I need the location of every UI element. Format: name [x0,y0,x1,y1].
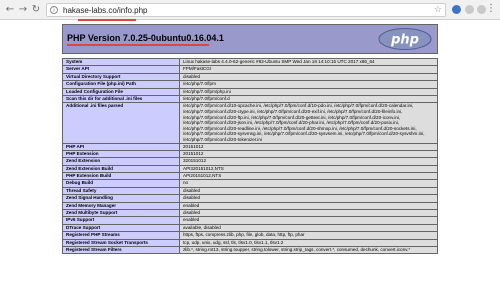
row-value: zlib.*, string.rot13, string.toupper, st… [179,245,438,255]
row-value: /etc/php/7.0/fpm [179,80,438,89]
row-label: System [62,57,180,67]
row-value: disabled [179,208,438,218]
row-value: /etc/php/7.0/fpm/conf.d [179,94,438,104]
php-info-table: System Linux hakase-labs 4.4.0-62-generic… [62,57,438,255]
table-row: Loaded Configuration File/etc/php/7.0/fp… [62,87,438,96]
row-label: Server API [62,65,180,74]
row-label: Zend Memory Manager [62,201,180,211]
row-value: /etc/php/7.0/fpm/conf.d/10-opcache.ini, … [179,102,438,144]
extension-icon[interactable] [465,5,474,14]
table-row: PHP Extension Build API20151012,NTS [62,172,438,181]
page-title: PHP Version 7.0.25-0ubuntu0.16.04.1 [67,33,224,43]
row-label: Loaded Configuration File [62,87,180,96]
reload-icon[interactable]: ↻ [30,4,42,16]
row-value: FPM/FastCGI [179,65,438,74]
menu-icon[interactable]: ⋮ [486,3,496,15]
row-label: Zend Signal Handling [62,194,180,203]
info-icon[interactable]: i [50,6,58,14]
row-value: 20151012 [179,149,438,159]
star-icon[interactable]: ☆ [434,5,442,15]
row-label: Registered Stream Socket Transports [62,238,180,247]
row-value: Linux hakase-labs 4.4.0-62-generic #83-U… [179,57,438,67]
row-label: PHP API [62,142,180,151]
browser-toolbar: ← → ↻ i hakase-labs.co/info.php ☆ ⋮ [0,0,500,21]
phpinfo-page: PHP Version 7.0.25-0ubuntu0.16.04.1 php … [62,24,438,255]
extension-icon[interactable] [477,5,486,14]
extension-icon[interactable] [452,5,461,14]
row-label: Zend Extension Build [62,164,180,174]
row-value: enabled [179,216,438,225]
table-row: PHP Extension 20151012 [62,149,438,159]
table-row: Thread Safety disabled [62,186,438,196]
back-arrow-icon[interactable]: ← [4,4,16,16]
table-row: PHP API 20151012 [62,142,438,151]
table-row: Debug Build no [62,179,438,188]
row-label: PHP Extension [62,149,180,159]
row-label: Configuration File (php.ini) Path [62,80,180,89]
table-row: Zend Memory Manager enabled [62,201,438,211]
table-row: Registered Stream Filters zlib.*, string.… [62,245,438,255]
row-value: API320151012,NTS [179,164,438,174]
row-label: Virtual Directory Support [62,72,180,82]
row-value: tcp, udp, unix, udg, ssl, tls, tlsv1.0, … [179,238,438,247]
php-logo: php [378,28,432,50]
forward-arrow-icon[interactable]: → [17,4,29,16]
row-value: no [179,179,438,188]
row-label: Zend Extension [62,157,180,166]
php-version-header: PHP Version 7.0.25-0ubuntu0.16.04.1 php [62,24,438,54]
table-row: Zend Signal Handling disabled [62,194,438,203]
row-value: 320151012 [179,157,438,166]
address-bar[interactable]: i hakase-labs.co/info.php ☆ [46,3,446,21]
row-value: available, disabled [179,223,438,233]
table-row: IPv6 Support enabled [62,216,438,225]
row-value: 20151012 [179,142,438,151]
table-row: System Linux hakase-labs 4.4.0-62-generic… [62,57,438,67]
row-value: disabled [179,186,438,196]
table-row: Registered Stream Socket Transports tcp, … [62,238,438,247]
table-row: Virtual Directory Support disabled [62,72,438,82]
table-row: Zend Extension Build API320151012,NTS [62,164,438,174]
row-value: API20151012,NTS [179,172,438,181]
table-row: Additional .ini files parsed/etc/php/7.0… [62,102,438,144]
table-row: Registered PHP Streams https, ftps, compr… [62,231,438,240]
row-label: Debug Build [62,179,180,188]
table-row: DTrace Support available, disabled [62,223,438,233]
row-value: disabled [179,72,438,82]
table-row: Configuration File (php.ini) Path/etc/ph… [62,80,438,89]
php-logo-text: php [390,33,419,48]
row-label: Registered Stream Filters [62,245,180,255]
table-row: Scan this dir for additional .ini files /… [62,94,438,104]
table-row: Zend Extension 320151012 [62,157,438,166]
row-value: disabled [179,194,438,203]
table-row: Zend Multibyte Support disabled [62,208,438,218]
row-value: /etc/php/7.0/fpm/php.ini [179,87,438,96]
row-label: Registered PHP Streams [62,231,180,240]
row-label: DTrace Support [62,223,180,233]
row-label: Zend Multibyte Support [62,208,180,218]
row-value: enabled [179,201,438,211]
url-highlight-underline [78,19,136,21]
row-label: PHP Extension Build [62,172,180,181]
url-text[interactable]: hakase-labs.co/info.php [63,5,148,16]
row-label: Scan this dir for additional .ini files [62,94,180,104]
table-row: Server API FPM/FastCGI [62,65,438,74]
title-highlight-underline [67,44,209,46]
row-label: IPv6 Support [62,216,180,225]
row-label: Additional .ini files parsed [62,102,180,144]
row-value: https, ftps, compress.zlib, php, file, g… [179,231,438,240]
row-label: Thread Safety [62,186,180,196]
